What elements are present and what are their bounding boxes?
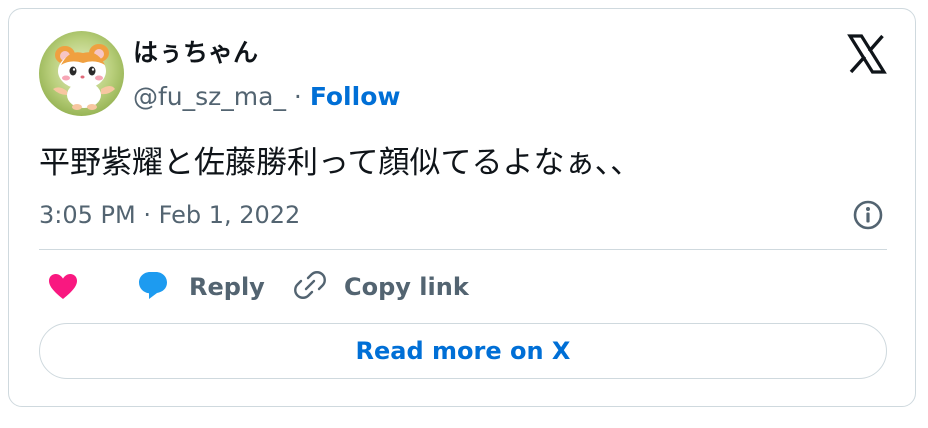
reply-label: Reply xyxy=(189,273,265,301)
tweet-text: 平野紫耀と佐藤勝利って顔似てるよなぁ､､ xyxy=(39,145,627,181)
info-icon[interactable] xyxy=(852,199,884,231)
avatar[interactable] xyxy=(39,31,124,116)
read-more-button[interactable]: Read more on X xyxy=(39,323,887,379)
x-logo-icon[interactable] xyxy=(847,34,887,74)
copy-link-button[interactable]: Copy link xyxy=(294,267,469,307)
handle-separator: · xyxy=(285,82,310,111)
heart-icon[interactable] xyxy=(47,271,79,303)
reply-button[interactable]: Reply xyxy=(137,267,265,307)
follow-link[interactable]: Follow xyxy=(310,82,401,111)
tweet-actions: Reply Copy link xyxy=(39,267,887,307)
author-display-name[interactable]: はぅちゃん xyxy=(133,37,258,69)
author-handle-row: @fu_sz_ma_ · Follow xyxy=(133,81,400,113)
tweet-card: はぅちゃん @fu_sz_ma_ · Follow 平野紫耀と佐藤勝利って顔似て… xyxy=(8,8,916,407)
hamster-avatar-icon xyxy=(39,31,124,116)
copy-link-label: Copy link xyxy=(344,273,469,301)
speech-bubble-icon xyxy=(137,269,169,305)
tweet-timestamp[interactable]: 3:05 PM · Feb 1, 2022 xyxy=(39,199,300,231)
author-handle[interactable]: @fu_sz_ma_ xyxy=(133,82,286,111)
divider xyxy=(39,249,887,250)
link-icon xyxy=(294,269,326,305)
